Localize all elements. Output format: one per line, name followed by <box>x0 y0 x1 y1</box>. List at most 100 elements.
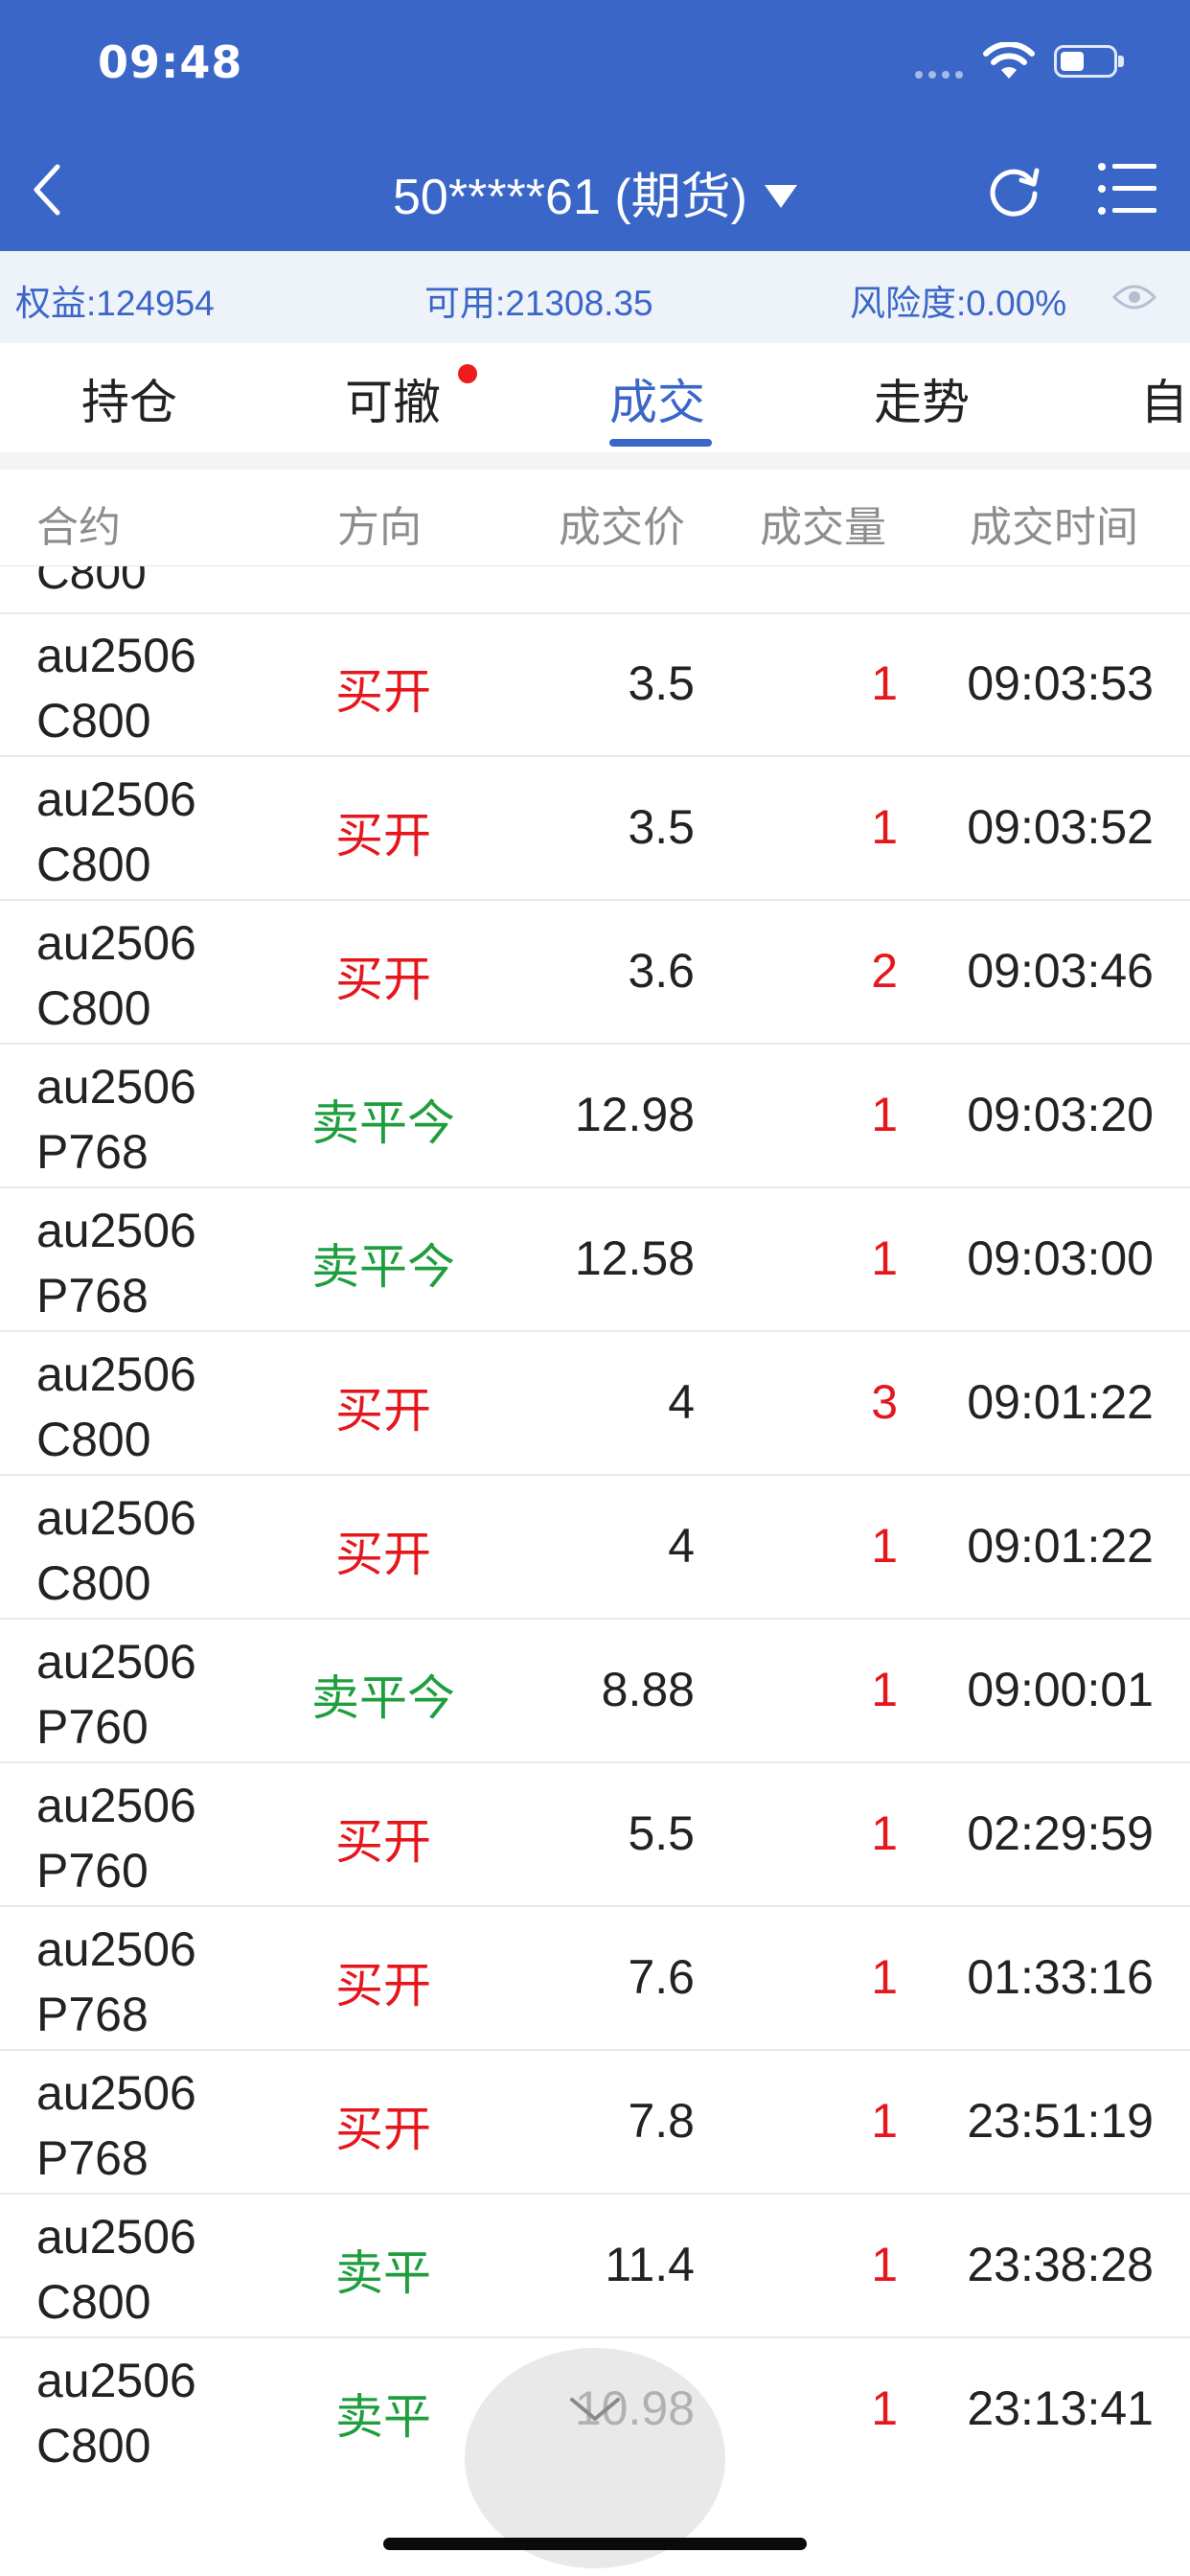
table-row[interactable]: au2506 P768 卖平今 12.58 1 09:03:00 <box>0 1188 1190 1332</box>
trade-price: 11.4 <box>605 2238 695 2291</box>
trade-quantity: 1 <box>871 800 898 854</box>
contract-underlying: au2506 <box>36 916 196 970</box>
contract-strike: P768 <box>36 1125 149 1179</box>
contract-strike: P760 <box>36 1700 149 1754</box>
contract-strike: P768 <box>36 1269 149 1322</box>
signal-dots-icon <box>915 71 963 79</box>
trade-time: 01:33:16 <box>967 1950 1154 2004</box>
trade-time: 09:03:00 <box>967 1231 1154 1285</box>
table-row[interactable]: au2506 C800 买开 4 1 09:01:22 <box>0 1476 1190 1620</box>
contract-strike: C800 <box>36 838 151 891</box>
menu-list-icon[interactable] <box>1097 161 1158 217</box>
trade-price: 12.98 <box>574 1088 695 1141</box>
trade-quantity: 1 <box>871 1088 898 1141</box>
contract-code: au2506 P760 <box>36 1773 196 1903</box>
contract-code: au2506 C800 <box>36 1342 196 1472</box>
trade-direction: 卖平今 <box>311 1670 455 1726</box>
scroll-down-button[interactable] <box>465 2348 725 2568</box>
trade-direction: 买开 <box>335 2102 431 2157</box>
tab-more[interactable]: 自 <box>1140 364 1188 433</box>
table-row[interactable]: C800 <box>0 566 1190 614</box>
contract-strike: C800 <box>36 2275 151 2329</box>
contract-strike: P760 <box>36 1844 149 1898</box>
table-row[interactable]: au2506 P768 买开 7.8 1 23:51:19 <box>0 2051 1190 2195</box>
trade-direction: 买开 <box>335 1958 431 2013</box>
header-time: 成交时间 <box>970 503 1138 552</box>
table-row[interactable]: au2506 P768 买开 7.6 1 01:33:16 <box>0 1907 1190 2051</box>
contract-code: au2506 C800 <box>36 623 196 753</box>
contract-underlying: au2506 <box>36 2210 196 2264</box>
trade-quantity: 1 <box>871 2381 898 2435</box>
contract-code: au2506 P760 <box>36 1629 196 1760</box>
trade-time: 23:38:28 <box>967 2238 1154 2291</box>
contract-strike: C800 <box>36 1556 151 1610</box>
trade-quantity: 2 <box>871 944 898 998</box>
contract-underlying: au2506 <box>36 1060 196 1114</box>
table-row[interactable]: au2506 P768 卖平今 12.98 1 09:03:20 <box>0 1045 1190 1188</box>
trade-price: 3.5 <box>628 800 695 854</box>
active-tab-indicator <box>609 439 712 447</box>
eye-icon[interactable] <box>1111 278 1157 316</box>
refresh-icon[interactable] <box>983 159 1044 220</box>
trade-quantity: 3 <box>871 1375 898 1429</box>
trade-quantity: 1 <box>871 2094 898 2148</box>
header-contract: 合约 <box>36 503 121 552</box>
trade-direction: 卖平今 <box>311 1095 455 1151</box>
table-row[interactable]: au2506 C800 卖平 11.4 1 23:38:28 <box>0 2195 1190 2338</box>
contract-underlying: au2506 <box>36 1779 196 1832</box>
table-row[interactable]: au2506 C800 买开 3.5 1 09:03:52 <box>0 757 1190 901</box>
trade-price: 3.6 <box>628 944 695 998</box>
contract-code: au2506 C800 <box>36 910 196 1041</box>
trade-price: 5.5 <box>628 1806 695 1860</box>
trade-time: 09:03:20 <box>967 1088 1154 1141</box>
trade-price: 8.88 <box>601 1663 695 1716</box>
battery-icon <box>1054 45 1124 78</box>
contract-strike: C800 <box>36 1413 151 1466</box>
trade-direction: 买开 <box>335 808 431 863</box>
table-row[interactable]: au2506 P760 卖平今 8.88 1 09:00:01 <box>0 1620 1190 1763</box>
contract-code: au2506 P768 <box>36 1198 196 1328</box>
trade-price: 3.5 <box>628 656 695 710</box>
trade-direction: 买开 <box>335 664 431 720</box>
contract-strike: P768 <box>36 2131 149 2185</box>
tab-trades[interactable]: 成交 <box>609 364 705 433</box>
table-row[interactable]: au2506 C800 买开 3.6 2 09:03:46 <box>0 901 1190 1045</box>
trade-direction: 卖平今 <box>311 1239 455 1295</box>
trade-time: 09:03:46 <box>967 944 1154 998</box>
contract-strike: P768 <box>36 1988 149 2041</box>
contract-code: au2506 P768 <box>36 1054 196 1184</box>
table-row[interactable]: au2506 C800 买开 3.5 1 09:03:53 <box>0 613 1190 757</box>
contract-underlying: au2506 <box>36 1347 196 1401</box>
contract-code: au2506 P768 <box>36 2060 196 2191</box>
equity-text: 权益:124954 <box>15 284 215 323</box>
contract-code: au2506 P768 <box>36 1917 196 2047</box>
contract-code: au2506 C800 <box>36 1485 196 1616</box>
trade-list[interactable]: C800 au2506 C800 买开 3.5 1 09:03:53 au2506 C800 买… <box>0 566 1190 2483</box>
contract-code: au2506 C800 <box>36 2204 196 2334</box>
contract-underlying: au2506 <box>36 1635 196 1689</box>
trade-price: 12.58 <box>574 1231 695 1285</box>
tab-trend[interactable]: 走势 <box>874 364 970 433</box>
tab-cancellable[interactable]: 可撤 <box>345 364 441 433</box>
trade-quantity: 1 <box>871 1519 898 1573</box>
header-direction: 方向 <box>337 503 422 552</box>
account-label: 50*****61 (期货) <box>393 170 747 225</box>
tab-positions[interactable]: 持仓 <box>81 364 177 433</box>
trade-quantity: 1 <box>871 1806 898 1860</box>
table-row[interactable]: au2506 P760 买开 5.5 1 02:29:59 <box>0 1763 1190 1907</box>
trade-direction: 买开 <box>335 1383 431 1438</box>
contract-underlying: au2506 <box>36 1204 196 1257</box>
trade-price: 4 <box>668 1375 695 1429</box>
table-row[interactable]: au2506 C800 买开 4 3 09:01:22 <box>0 1332 1190 1476</box>
trade-quantity: 1 <box>871 656 898 710</box>
contract-strike: C800 <box>36 981 151 1035</box>
home-indicator[interactable] <box>383 2538 807 2550</box>
table-header: 合约 方向 成交价 成交量 成交时间 <box>0 470 1190 566</box>
trade-quantity: 1 <box>871 1231 898 1285</box>
trade-direction: 买开 <box>335 1814 431 1870</box>
trade-price: 7.6 <box>628 1950 695 2004</box>
dropdown-triangle-icon <box>764 185 797 209</box>
trade-direction: 买开 <box>335 952 431 1007</box>
trade-price: 7.8 <box>628 2094 695 2148</box>
header-quantity: 成交量 <box>760 503 886 552</box>
